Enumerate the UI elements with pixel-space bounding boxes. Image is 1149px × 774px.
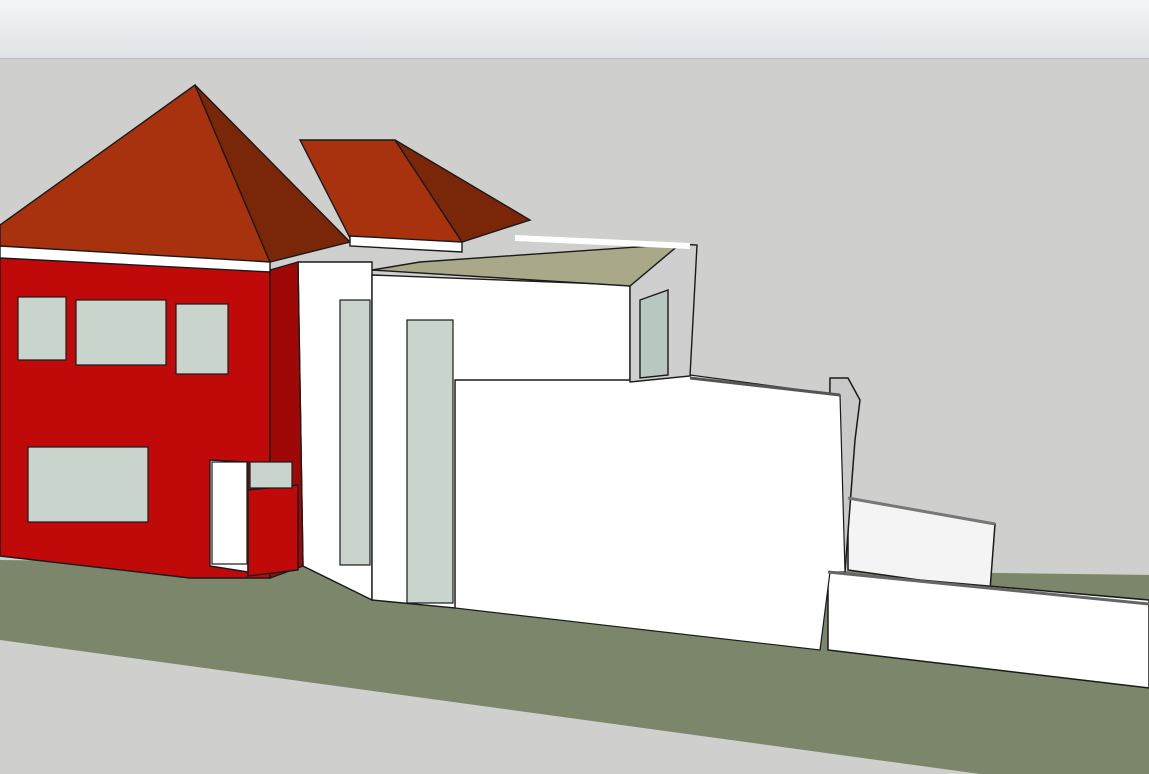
lower-window — [27, 446, 149, 523]
front-door — [211, 461, 248, 565]
model-canvas[interactable] — [0, 58, 1149, 774]
modeling-app-window — [0, 0, 1149, 774]
hip-roof-main — [0, 83, 352, 273]
3d-viewport[interactable] — [0, 58, 1149, 774]
toolbar — [0, 0, 1149, 59]
